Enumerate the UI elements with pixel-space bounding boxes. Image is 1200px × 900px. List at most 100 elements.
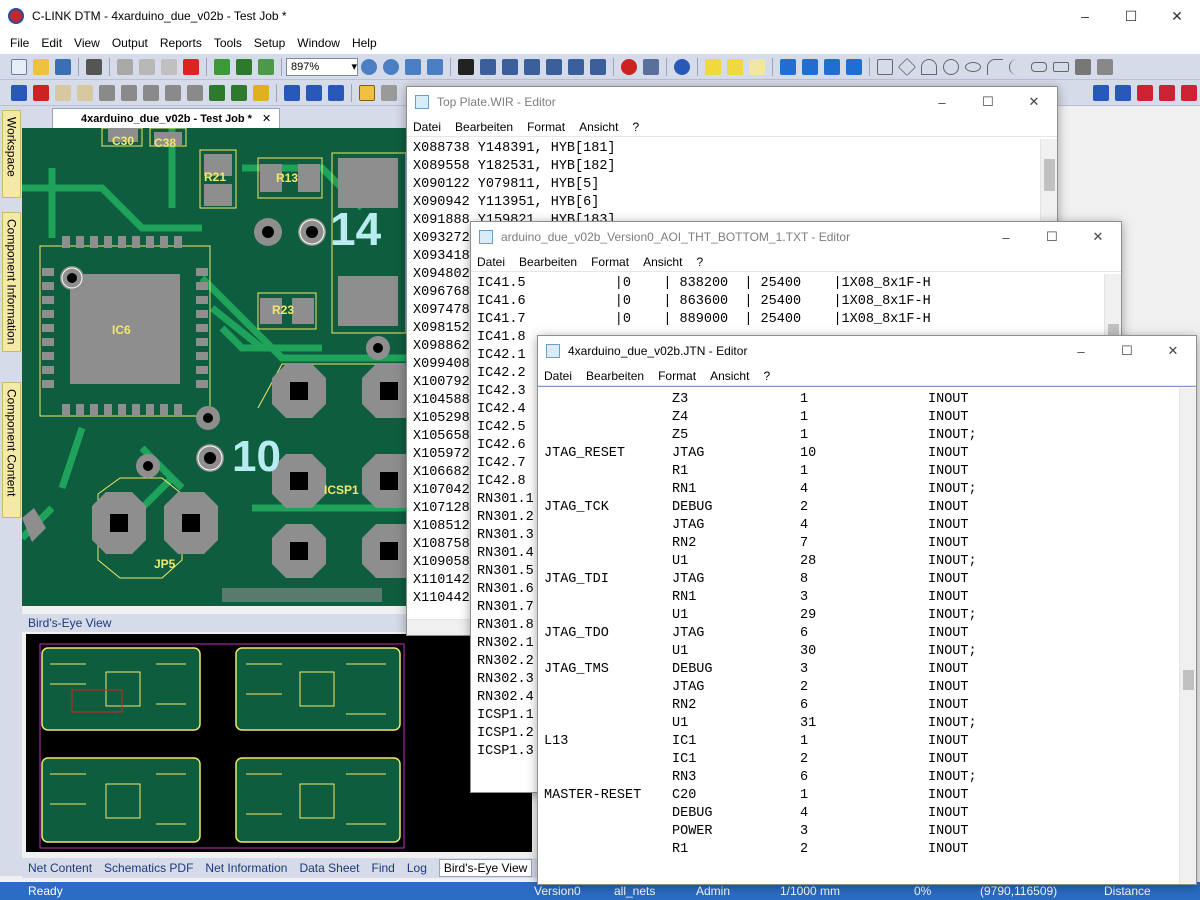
- find-net-icon[interactable]: [480, 58, 496, 75]
- ellipse-icon[interactable]: [965, 61, 981, 72]
- editor-jtn-menu-ansicht[interactable]: Ansicht: [710, 369, 749, 383]
- menu-file[interactable]: File: [10, 36, 29, 50]
- editor-jtn-maximize-button[interactable]: ☐: [1104, 336, 1150, 366]
- editor-jtn-menu-help[interactable]: ?: [763, 369, 770, 383]
- half-circle-icon[interactable]: [1009, 58, 1025, 75]
- rectangle-icon[interactable]: [877, 58, 893, 75]
- tab-find[interactable]: Find: [372, 861, 395, 875]
- editor-wir-minimize-button[interactable]: –: [919, 87, 965, 117]
- editor-jtn-menu-format[interactable]: Format: [658, 369, 696, 383]
- tab-data-sheet[interactable]: Data Sheet: [299, 861, 359, 875]
- previous-icon[interactable]: [802, 58, 818, 75]
- last-icon[interactable]: [846, 58, 862, 75]
- editor-jtn-menu-bearbeiten[interactable]: Bearbeiten: [586, 369, 644, 383]
- zoom-out-icon[interactable]: [383, 58, 399, 75]
- chart3-icon[interactable]: [1181, 84, 1197, 101]
- maximize-button[interactable]: ☐: [1108, 0, 1154, 32]
- tab-net-information[interactable]: Net Information: [205, 861, 287, 875]
- tab-component-content[interactable]: Component Content: [2, 382, 21, 518]
- editor-wir-menu-help[interactable]: ?: [632, 120, 639, 134]
- first-icon[interactable]: [780, 58, 796, 75]
- hand-icon[interactable]: [55, 84, 71, 101]
- tab-workspace[interactable]: Workspace: [2, 110, 21, 198]
- marker-icon[interactable]: [727, 58, 743, 75]
- curve-icon[interactable]: [987, 58, 1003, 75]
- tree-icon[interactable]: [236, 58, 252, 75]
- open-folder-icon[interactable]: [33, 58, 49, 75]
- editor-jtn-minimize-button[interactable]: –: [1058, 336, 1104, 366]
- hand-select-icon[interactable]: [77, 84, 93, 101]
- editor-aoi-menu-help[interactable]: ?: [696, 255, 703, 269]
- flag-icon[interactable]: [1075, 58, 1091, 75]
- ruler-icon[interactable]: [253, 84, 269, 101]
- menu-edit[interactable]: Edit: [41, 36, 62, 50]
- tab-net-content[interactable]: Net Content: [28, 861, 92, 875]
- editor-wir-menu-format[interactable]: Format: [527, 120, 565, 134]
- diamond-icon[interactable]: [897, 57, 917, 76]
- layer-top-icon[interactable]: [99, 84, 115, 101]
- find-a1-icon[interactable]: [502, 58, 518, 75]
- eraser-icon[interactable]: [749, 58, 765, 75]
- pcb-canvas[interactable]: C30 C38 R21 R13 R23 IC6 ICSP1 JP5 14 10: [22, 128, 406, 606]
- tab-document[interactable]: 4xarduino_due_v02b - Test Job * ✕: [52, 108, 281, 128]
- tab-schematics-pdf[interactable]: Schematics PDF: [104, 861, 193, 875]
- component-icon[interactable]: [306, 84, 322, 101]
- editor-aoi-minimize-button[interactable]: –: [983, 222, 1029, 252]
- menu-setup[interactable]: Setup: [254, 36, 285, 50]
- move-icon[interactable]: [258, 58, 274, 75]
- editor-wir-menu-datei[interactable]: Datei: [413, 120, 441, 134]
- pins-icon[interactable]: [231, 84, 247, 101]
- menu-tools[interactable]: Tools: [214, 36, 242, 50]
- pin-icon[interactable]: [1097, 58, 1113, 75]
- pads-icon[interactable]: [209, 84, 225, 101]
- editor-jtn-text[interactable]: Z3 1 INOUT Z4 1 INOUT Z5 1 INOUT; JTAG_RESET JTAG 1…: [538, 386, 1196, 862]
- menu-window[interactable]: Window: [297, 36, 340, 50]
- menu-reports[interactable]: Reports: [160, 36, 202, 50]
- select-icon[interactable]: [11, 84, 27, 101]
- zoom-fit-icon[interactable]: [427, 58, 443, 75]
- editor-wir-menu-bearbeiten[interactable]: Bearbeiten: [455, 120, 513, 134]
- tab-birds-eye-view[interactable]: Bird's-Eye View: [438, 859, 533, 877]
- find-pin-icon[interactable]: [546, 58, 562, 75]
- tab-component-information[interactable]: Component Information: [2, 212, 21, 352]
- cross-icon[interactable]: [143, 84, 159, 101]
- flag-us-icon[interactable]: [33, 84, 49, 101]
- panel-icon[interactable]: [359, 84, 375, 101]
- help-icon[interactable]: [674, 58, 690, 75]
- layer-stack-icon[interactable]: [121, 84, 137, 101]
- new-file-icon[interactable]: [11, 58, 27, 75]
- editor-aoi-maximize-button[interactable]: ☐: [1029, 222, 1075, 252]
- editor-wir-close-button[interactable]: ✕: [1011, 87, 1057, 117]
- editor-jtn-menu-datei[interactable]: Datei: [544, 369, 572, 383]
- report-icon[interactable]: [643, 58, 659, 75]
- delete-icon[interactable]: [183, 58, 199, 75]
- menu-help[interactable]: Help: [352, 36, 377, 50]
- tab-log[interactable]: Log: [407, 861, 427, 875]
- box-icon[interactable]: [1053, 61, 1069, 72]
- binoculars-icon[interactable]: [458, 58, 474, 75]
- grid-icon[interactable]: [187, 84, 203, 101]
- find-via-icon[interactable]: [568, 58, 584, 75]
- arc-icon[interactable]: [921, 58, 937, 75]
- next-icon[interactable]: [824, 58, 840, 75]
- paste-icon[interactable]: [161, 58, 177, 75]
- editor-jtn-close-button[interactable]: ✕: [1150, 336, 1196, 366]
- highlight-icon[interactable]: [705, 58, 721, 75]
- ab12-icon[interactable]: [1115, 84, 1131, 101]
- birds-eye-view[interactable]: [26, 634, 532, 852]
- rounded-rect-icon[interactable]: [1031, 61, 1047, 72]
- misc-icon[interactable]: [381, 84, 397, 101]
- record-icon[interactable]: [621, 58, 637, 75]
- circle-icon[interactable]: [943, 58, 959, 75]
- list-icon[interactable]: [328, 84, 344, 101]
- cut-icon[interactable]: [117, 58, 133, 75]
- ic1-icon[interactable]: [1093, 84, 1109, 101]
- chart2-icon[interactable]: [1159, 84, 1175, 101]
- find-i12-icon[interactable]: [590, 58, 606, 75]
- editor-aoi-menu-bearbeiten[interactable]: Bearbeiten: [519, 255, 577, 269]
- editor-wir-menu-ansicht[interactable]: Ansicht: [579, 120, 618, 134]
- menu-view[interactable]: View: [74, 36, 100, 50]
- close-tab-icon[interactable]: ✕: [262, 112, 271, 125]
- find-part-icon[interactable]: [524, 58, 540, 75]
- editor-aoi-menu-ansicht[interactable]: Ansicht: [643, 255, 682, 269]
